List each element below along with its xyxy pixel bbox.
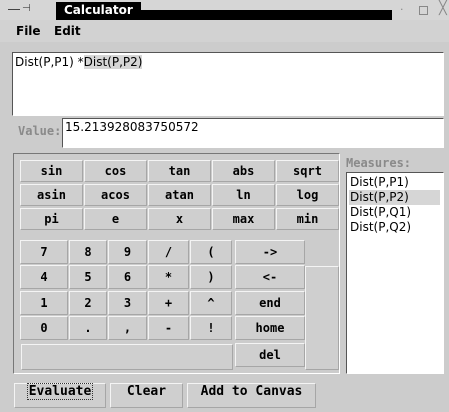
clear-button[interactable]: Clear <box>110 383 183 408</box>
key-sin[interactable]: sin <box>20 160 83 182</box>
key-plus[interactable]: + <box>148 291 189 315</box>
key-end[interactable]: end <box>235 291 305 315</box>
key-factorial[interactable]: ! <box>190 316 232 340</box>
expression-selection: Dist(P,P2) <box>83 55 143 69</box>
measure-item[interactable]: Dist(P,P1) <box>349 175 440 190</box>
key-4[interactable]: 4 <box>20 265 68 289</box>
key-5[interactable]: 5 <box>69 265 107 289</box>
window-title: Calculator <box>56 2 141 18</box>
key-pi[interactable]: pi <box>20 208 83 230</box>
measures-label: Measures: <box>346 156 412 170</box>
measure-item[interactable]: Dist(P,P2) <box>349 190 440 205</box>
measure-item[interactable]: Dist(P,Q1) <box>349 205 440 220</box>
evaluate-button[interactable]: Evaluate <box>14 383 106 408</box>
expression-line: Dist(P,P1) *Dist(P,P2) <box>15 55 143 69</box>
measure-item[interactable]: Dist(P,Q2) <box>349 220 440 235</box>
key-right-arrow[interactable]: -> <box>235 240 305 264</box>
key-7[interactable]: 7 <box>20 240 68 264</box>
key-open-paren[interactable]: ( <box>190 240 232 264</box>
add-to-canvas-button[interactable]: Add to Canvas <box>187 383 316 408</box>
key-0[interactable]: 0 <box>20 316 68 340</box>
key-abs[interactable]: abs <box>212 160 275 182</box>
minimize-icon[interactable]: · <box>400 2 404 18</box>
keypad-spacer-right <box>305 266 339 370</box>
value-label: Value: <box>18 124 62 138</box>
expression-editor[interactable]: Dist(P,P1) *Dist(P,P2) <box>12 52 444 116</box>
key-power[interactable]: ^ <box>190 291 232 315</box>
key-9[interactable]: 9 <box>108 240 147 264</box>
key-3[interactable]: 3 <box>108 291 147 315</box>
key-max[interactable]: max <box>212 208 275 230</box>
key-ln[interactable]: ln <box>212 184 275 206</box>
window-menu-icon[interactable] <box>8 9 20 10</box>
expression-text: Dist(P,P1) * <box>15 55 84 69</box>
key-x[interactable]: x <box>148 208 211 230</box>
key-home[interactable]: home <box>235 316 305 340</box>
maximize-icon[interactable] <box>419 6 428 15</box>
key-2[interactable]: 2 <box>69 291 107 315</box>
key-divide[interactable]: / <box>148 240 189 264</box>
value-field[interactable]: 15.213928083750572 <box>62 118 444 148</box>
key-6[interactable]: 6 <box>108 265 147 289</box>
key-acos[interactable]: acos <box>84 184 147 206</box>
measures-list[interactable]: Dist(P,P1) Dist(P,P2) Dist(P,Q1) Dist(P,Q2) <box>346 172 444 374</box>
key-left-arrow[interactable]: <- <box>235 265 305 289</box>
key-asin[interactable]: asin <box>20 184 83 206</box>
key-log[interactable]: log <box>276 184 339 206</box>
key-close-paren[interactable]: ) <box>190 265 232 289</box>
key-atan[interactable]: atan <box>148 184 211 206</box>
key-cos[interactable]: cos <box>84 160 147 182</box>
key-decimal-point[interactable]: . <box>69 316 107 340</box>
key-minus[interactable]: - <box>148 316 189 340</box>
key-sqrt[interactable]: sqrt <box>276 160 339 182</box>
pin-icon[interactable]: ⊣ <box>22 4 32 14</box>
key-min[interactable]: min <box>276 208 339 230</box>
keypad-spacer <box>21 344 233 370</box>
key-e[interactable]: e <box>84 208 147 230</box>
key-del[interactable]: del <box>235 343 305 367</box>
menu-file[interactable]: File <box>16 23 41 39</box>
evaluate-button-label: Evaluate <box>26 383 94 400</box>
key-8[interactable]: 8 <box>69 240 107 264</box>
close-icon[interactable]: ╳ <box>439 1 447 17</box>
key-tan[interactable]: tan <box>148 160 211 182</box>
key-multiply[interactable]: * <box>148 265 189 289</box>
key-1[interactable]: 1 <box>20 291 68 315</box>
key-comma[interactable]: , <box>108 316 147 340</box>
menu-edit[interactable]: Edit <box>54 23 81 39</box>
